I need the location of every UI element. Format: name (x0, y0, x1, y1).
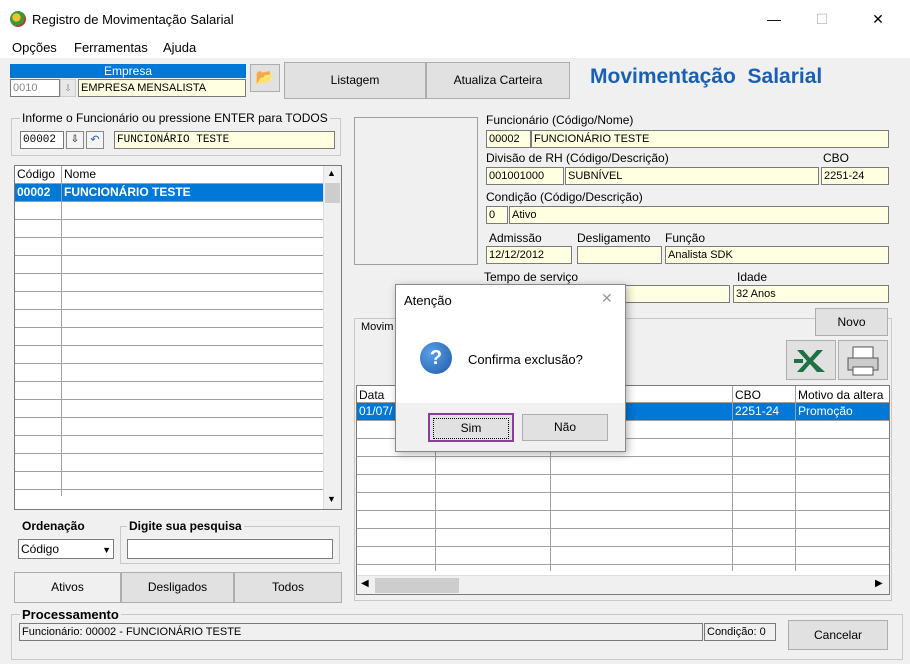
printer-icon (847, 346, 879, 376)
dialog-message: Confirma exclusão? (468, 352, 583, 367)
chevron-down-icon[interactable]: ▼ (102, 542, 111, 558)
listagem-button[interactable]: Listagem (284, 62, 426, 99)
ordenacao-label: Ordenação (22, 519, 85, 533)
window-title: Registro de Movimentação Salarial (32, 12, 234, 27)
menu-ajuda[interactable]: Ajuda (163, 40, 196, 55)
scroll-down-icon[interactable]: ▼ (327, 494, 336, 504)
empresa-header: Empresa (10, 64, 246, 78)
tempo-label: Tempo de serviço (484, 270, 579, 284)
col-header-data[interactable]: Data (359, 388, 384, 402)
dialog-title: Atenção (404, 293, 452, 308)
row-name: FUNCIONÁRIO TESTE (64, 185, 191, 199)
condicao-label: Condição (Código/Descrição) (486, 190, 643, 204)
desligados-button[interactable]: Desligados (121, 572, 234, 603)
col-header-nome[interactable]: Nome (64, 167, 96, 181)
pesquisa-input[interactable] (127, 539, 333, 559)
excel-export-button[interactable] (786, 340, 836, 380)
funcionario-label: Funcionário (Código/Nome) (486, 113, 634, 127)
employee-photo (354, 117, 478, 265)
row-code: 00002 (17, 185, 51, 199)
employee-code-field[interactable]: 00002 (20, 131, 64, 149)
grid-vertical-scrollbar[interactable]: ▲ ▼ (323, 166, 341, 509)
divisao-code-field[interactable]: 001001000 (486, 167, 564, 185)
ativos-button[interactable]: Ativos (14, 572, 121, 603)
title-bar: Registro de Movimentação Salarial — ☐ ✕ (0, 0, 910, 38)
dialog-yes-label: Sim (433, 418, 509, 439)
funcao-field[interactable]: Analista SDK (665, 246, 889, 264)
desligamento-label: Desligamento (577, 231, 651, 245)
scroll-left-icon[interactable]: ◀ (361, 578, 369, 589)
admissao-label: Admissão (489, 231, 542, 245)
ordenacao-select[interactable]: Código ▼ (18, 539, 114, 559)
minimize-button[interactable]: — (756, 6, 792, 32)
divisao-label: Divisão de RH (Código/Descrição) (486, 151, 669, 165)
idade-field[interactable]: 32 Anos (733, 285, 889, 303)
processamento-label: Processamento (20, 607, 121, 622)
ordenacao-value: Código (21, 542, 60, 556)
row-cbo: 2251-24 (735, 404, 780, 418)
menu-bar: Opções Ferramentas Ajuda (0, 38, 910, 58)
novo-button[interactable]: Novo (815, 308, 888, 336)
print-button[interactable] (838, 340, 888, 380)
close-button[interactable]: ✕ (860, 6, 896, 32)
cbo-label: CBO (823, 151, 850, 165)
grid-horizontal-scrollbar[interactable]: ◀ ▶ (357, 575, 889, 594)
movimentacao-tab[interactable]: Movim (361, 321, 393, 333)
scroll-thumb[interactable] (375, 578, 459, 593)
app-icon (10, 11, 26, 27)
scroll-up-icon[interactable]: ▲ (327, 168, 336, 178)
desligamento-field[interactable] (577, 246, 662, 264)
confirm-dialog: Atenção ✕ ? Confirma exclusão? Sim Não (395, 284, 626, 452)
page-heading: Movimentação Salarial (590, 65, 823, 88)
row-data: 01/07/ (359, 404, 393, 418)
dialog-close-icon[interactable]: ✕ (601, 290, 613, 307)
cancelar-button[interactable]: Cancelar (788, 620, 888, 650)
pesquisa-label: Digite sua pesquisa (127, 519, 244, 533)
cbo-field[interactable]: 2251-24 (821, 167, 889, 185)
divisao-desc-field[interactable]: SUBNÍVEL (565, 167, 819, 185)
col-header-cbo[interactable]: CBO (735, 388, 761, 402)
condicao-code-field[interactable]: 0 (486, 206, 508, 224)
question-icon: ? (420, 342, 452, 374)
employee-search-legend: Informe o Funcionário ou pressione ENTER… (20, 111, 330, 125)
excel-icon (794, 350, 825, 372)
processamento-condicao: Condição: 0 (704, 623, 776, 641)
empresa-lookup-icon[interactable]: ⇩ (60, 79, 76, 97)
col-header-codigo[interactable]: Código (17, 167, 55, 181)
todos-button[interactable]: Todos (234, 572, 342, 603)
empresa-name-field[interactable]: EMPRESA MENSALISTA (78, 79, 246, 97)
scroll-right-icon[interactable]: ▶ (875, 578, 883, 589)
menu-ferramentas[interactable]: Ferramentas (74, 40, 148, 55)
funcao-label: Função (665, 231, 706, 245)
maximize-button[interactable]: ☐ (804, 6, 840, 32)
undo-icon[interactable]: ↶ (86, 131, 104, 149)
dialog-yes-button[interactable]: Sim (428, 413, 514, 442)
processamento-status: Funcionário: 00002 - FUNCIONÁRIO TESTE (19, 623, 703, 641)
employee-lookup-icon[interactable]: ⇩ (66, 131, 84, 149)
empresa-code-field[interactable]: 0010 (10, 79, 60, 97)
menu-opcoes[interactable]: Opções (12, 40, 57, 55)
idade-label: Idade (737, 270, 768, 284)
col-header-motivo[interactable]: Motivo da altera (798, 388, 883, 402)
open-folder-button[interactable]: 📂 (250, 64, 280, 92)
dialog-no-button[interactable]: Não (522, 414, 608, 441)
employee-name-field[interactable]: FUNCIONÁRIO TESTE (114, 131, 335, 149)
scroll-thumb[interactable] (325, 183, 340, 203)
funcionario-name-field[interactable]: FUNCIONÁRIO TESTE (531, 130, 889, 148)
employee-grid[interactable]: Código Nome 00002 FUNCIONÁRIO TESTE ▲ ▼ (14, 165, 342, 510)
funcionario-code-field[interactable]: 00002 (486, 130, 531, 148)
condicao-desc-field[interactable]: Ativo (509, 206, 889, 224)
admissao-field[interactable]: 12/12/2012 (486, 246, 572, 264)
row-motivo: Promoção (798, 404, 853, 418)
dialog-footer: Sim Não (396, 403, 625, 451)
atualiza-carteira-button[interactable]: Atualiza Carteira (426, 62, 570, 99)
tempo-field[interactable] (620, 285, 730, 303)
